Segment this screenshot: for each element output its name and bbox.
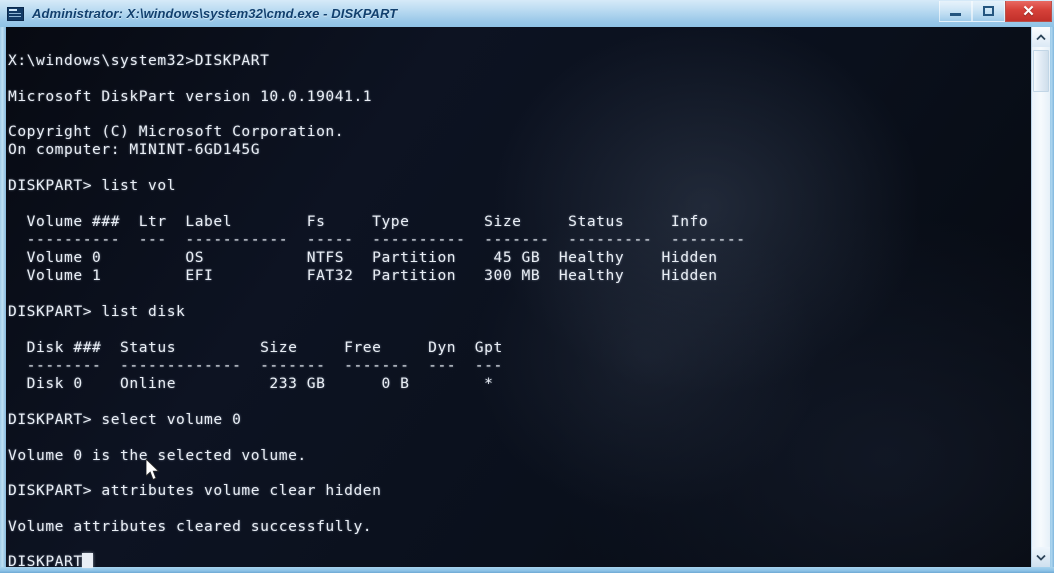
console-text-buffer: X:\windows\system32>DISKPART Microsoft Di… — [6, 27, 1031, 567]
console-line: DISKPART> select volume 0 — [8, 411, 242, 428]
console-line: Volume attributes cleared successfully. — [8, 518, 373, 535]
window-title: Administrator: X:\windows\system32\cmd.e… — [32, 6, 398, 21]
maximize-icon — [983, 6, 994, 16]
console-line: On computer: MININT-6GD145G — [8, 141, 261, 158]
console-line: -------- ------------- ------- ------- -… — [8, 357, 503, 374]
minimize-icon — [950, 9, 961, 16]
chevron-down-icon — [1036, 554, 1046, 561]
console-line: Volume 0 OS NTFS Partition 45 GB Healthy… — [8, 249, 718, 266]
console-output-area[interactable]: X:\windows\system32>DISKPART Microsoft Di… — [6, 27, 1031, 567]
console-line: Volume 1 EFI FAT32 Partition 300 MB Heal… — [8, 267, 718, 284]
scroll-up-button[interactable] — [1032, 27, 1050, 47]
vertical-scrollbar[interactable] — [1031, 27, 1050, 567]
window-titlebar[interactable]: Administrator: X:\windows\system32\cmd.e… — [0, 0, 1054, 27]
console-line: Disk ### Status Size Free Dyn Gpt — [8, 339, 503, 356]
maximize-button[interactable] — [972, 1, 1005, 22]
chevron-up-icon — [1036, 33, 1046, 40]
console-line: DISKPART> attributes volume clear hidden — [8, 482, 382, 499]
console-line: DISKPART> — [8, 553, 93, 567]
console-line: DISKPART> list vol — [8, 177, 177, 194]
scrollbar-thumb[interactable] — [1033, 50, 1049, 92]
scrollbar-track[interactable] — [1032, 47, 1050, 547]
console-line: Disk 0 Online 233 GB 0 B * — [8, 375, 494, 392]
console-text-cursor — [82, 553, 93, 568]
window-controls: ✕ — [939, 0, 1054, 27]
console-line: Volume 0 is the selected volume. — [8, 447, 307, 464]
console-line: Volume ### Ltr Label Fs Type Size Status… — [8, 213, 709, 230]
console-line: Microsoft DiskPart version 10.0.19041.1 — [8, 88, 373, 105]
console-line: Copyright (C) Microsoft Corporation. — [8, 123, 345, 140]
cmd-window: Administrator: X:\windows\system32\cmd.e… — [0, 0, 1054, 573]
cmd-icon — [7, 6, 24, 21]
minimize-button[interactable] — [939, 1, 972, 22]
close-icon: ✕ — [1022, 2, 1035, 20]
window-frame-bottom — [0, 567, 1054, 573]
close-button[interactable]: ✕ — [1005, 1, 1052, 22]
scroll-down-button[interactable] — [1032, 547, 1050, 567]
console-line: ---------- --- ----------- ----- -------… — [8, 231, 746, 248]
console-line: DISKPART> list disk — [8, 303, 186, 320]
console-line: X:\windows\system32>DISKPART — [8, 52, 270, 69]
